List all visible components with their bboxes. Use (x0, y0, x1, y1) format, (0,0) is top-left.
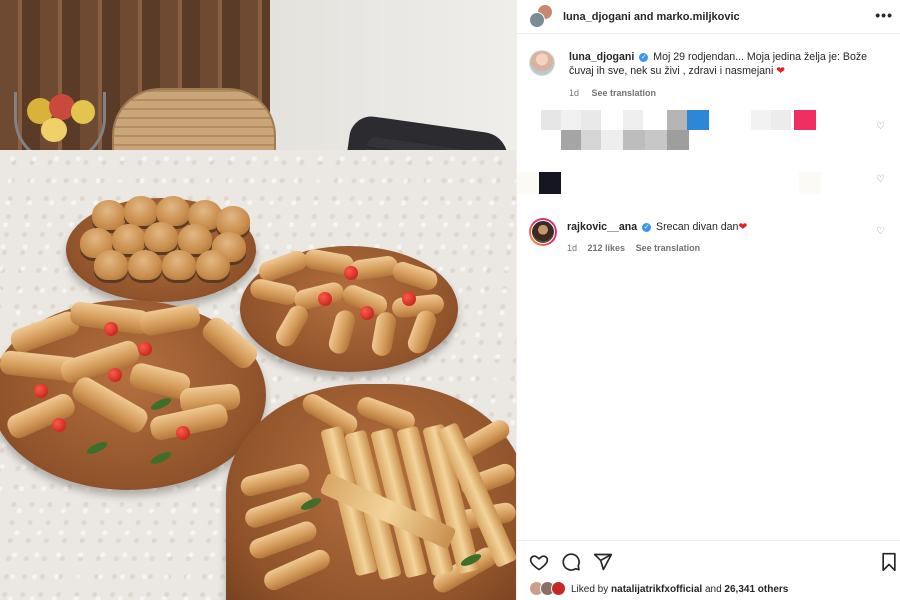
author-username[interactable]: luna_djogani (569, 51, 634, 63)
red-heart-emoji: ❤ (776, 65, 786, 77)
caption-text-line1: Moj 29 rodjendan... Moja jedina želja je… (653, 51, 868, 63)
post-photo[interactable] (0, 0, 516, 600)
caption-time: 1d (569, 88, 580, 98)
caption-meta: 1d See translation (569, 86, 867, 100)
liked-by-others[interactable]: 26,341 others (724, 584, 788, 595)
liked-by-and: and (704, 583, 722, 595)
comment-item: rajkovic__ana ✓ Srecan divan dan❤ 1d 212… (529, 218, 889, 255)
comment-like-heart-icon[interactable]: ♡ (876, 227, 886, 237)
post-caption: luna_djogani ✓ Moj 29 rodjendan... Moja … (529, 50, 889, 100)
author-avatar[interactable] (529, 50, 555, 76)
comment-text: Srecan divan dan (656, 221, 739, 233)
avatar (529, 11, 545, 28)
comment-time: 1d (567, 243, 578, 253)
liked-by-prefix: Liked by (571, 583, 609, 595)
see-translation-link[interactable]: See translation (592, 88, 657, 98)
like-heart-icon[interactable] (529, 552, 549, 572)
post-side-panel: luna_djogani and marko.miljkovic ••• lun… (516, 0, 900, 600)
post-header: luna_djogani and marko.miljkovic ••• (517, 0, 900, 34)
save-bookmark-icon[interactable] (879, 552, 899, 572)
more-options-button[interactable]: ••• (875, 7, 893, 23)
verified-badge-icon: ✓ (642, 222, 652, 232)
collab-usernames[interactable]: luna_djogani and marko.miljkovic (563, 11, 740, 23)
verified-badge-icon: ✓ (639, 52, 649, 62)
liked-by-user[interactable]: natalijatrikfxofficial (611, 584, 702, 595)
caption-text-line2: čuvaj ih sve, nek su živi , zdravi i nas… (569, 65, 774, 77)
collab-avatars[interactable] (529, 3, 555, 30)
commenter-username[interactable]: rajkovic__ana (567, 221, 637, 233)
comment-like-heart-icon[interactable]: ♡ (876, 122, 886, 132)
commenter-avatar[interactable] (529, 218, 557, 246)
liked-by-row: Liked by natalijatrikfxofficial and 26,3… (529, 581, 788, 597)
share-send-icon[interactable] (593, 552, 613, 572)
avatar (551, 581, 566, 596)
comment-meta: 1d 212 likes See translation (567, 241, 747, 255)
comment-bubble-icon[interactable] (561, 552, 581, 572)
liker-avatars[interactable] (529, 581, 571, 597)
red-heart-emoji: ❤ (738, 221, 748, 233)
comment-likes-count[interactable]: 212 likes (588, 243, 626, 253)
see-translation-link[interactable]: See translation (636, 243, 701, 253)
post-actions-bar (517, 540, 900, 578)
comment-like-heart-icon[interactable]: ♡ (876, 175, 886, 185)
